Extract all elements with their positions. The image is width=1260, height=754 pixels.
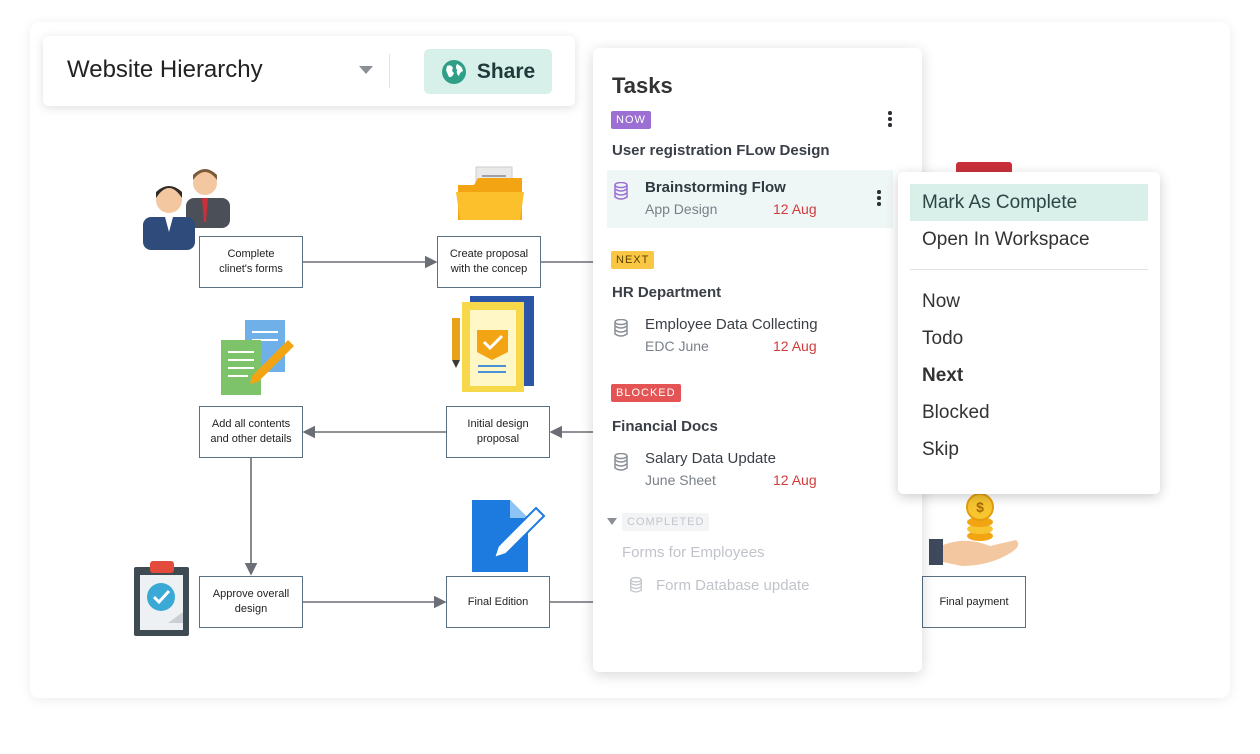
document-title[interactable]: Website Hierarchy [67,56,263,84]
status-badge-now: NOW [611,111,651,129]
tasks-panel: Tasks NOW User registration FLow Design … [593,48,922,672]
task-name: Employee Data Collecting [645,316,818,333]
menu-item-mark-complete[interactable]: Mark As Complete [910,184,1148,221]
group-title-blocked: Financial Docs [612,418,718,435]
task-item[interactable]: Employee Data Collecting EDC June 12 Aug [607,307,893,365]
task-due-date: 12 Aug [773,472,817,488]
file-edit-icon [472,500,546,572]
collapse-chevron-icon[interactable] [607,518,617,525]
status-badge-next: NEXT [611,251,655,269]
menu-item-skip[interactable]: Skip [910,431,1148,468]
group-more-icon[interactable] [885,111,895,127]
node-final-payment[interactable]: Final payment [922,576,1026,628]
completed-task-name[interactable]: Form Database update [656,577,809,594]
toolbar-divider [389,54,390,88]
globe-icon [441,59,466,84]
group-title-completed: Forms for Employees [622,544,765,561]
database-icon [614,182,628,200]
document-toolbar: Website Hierarchy Share [43,36,575,106]
task-name: Brainstorming Flow [645,179,786,196]
task-more-icon[interactable] [874,190,884,206]
node-complete-forms[interactable]: Complete clinet's forms [199,236,303,288]
node-approve-design[interactable]: Approve overall design [199,576,303,628]
menu-divider [910,269,1148,270]
menu-item-now[interactable]: Now [910,283,1148,320]
svg-text:$: $ [976,499,984,515]
status-badge-completed[interactable]: COMPLETED [622,513,710,531]
status-badge-blocked: BLOCKED [611,384,681,402]
task-context-menu: Mark As Complete Open In Workspace Now T… [898,172,1160,494]
tasks-title: Tasks [612,73,673,98]
task-due-date: 12 Aug [773,338,817,354]
task-item[interactable]: Brainstorming Flow App Design 12 Aug [607,170,893,228]
clipboard-check-icon [134,561,189,636]
menu-item-todo[interactable]: Todo [910,320,1148,357]
task-due-date: 12 Aug [773,201,817,217]
node-create-proposal[interactable]: Create proposal with the concep [437,236,541,288]
task-project: App Design [645,201,718,217]
database-icon [614,319,628,337]
money-hand-icon: $ [929,493,1019,566]
database-icon [630,577,642,593]
node-final-edition[interactable]: Final Edition [446,576,550,628]
folder-icon [456,166,524,220]
chevron-down-icon[interactable] [359,66,373,74]
database-icon [614,453,628,471]
group-title-now: User registration FLow Design [612,142,830,159]
books-icon [452,296,534,392]
document-edit-icon [221,320,294,395]
node-add-contents[interactable]: Add all contents and other details [199,406,303,458]
node-initial-design[interactable]: Initial design proposal [446,406,550,458]
share-label: Share [476,59,536,83]
share-button[interactable]: Share [424,49,552,94]
task-project: EDC June [645,338,709,354]
menu-item-next[interactable]: Next [910,357,1148,394]
task-name: Salary Data Update [645,450,776,467]
menu-item-blocked[interactable]: Blocked [910,394,1148,431]
group-title-next: HR Department [612,284,722,301]
task-project: June Sheet [645,472,716,488]
menu-item-open-workspace[interactable]: Open In Workspace [910,221,1148,258]
task-item[interactable]: Salary Data Update June Sheet 12 Aug [607,441,893,499]
